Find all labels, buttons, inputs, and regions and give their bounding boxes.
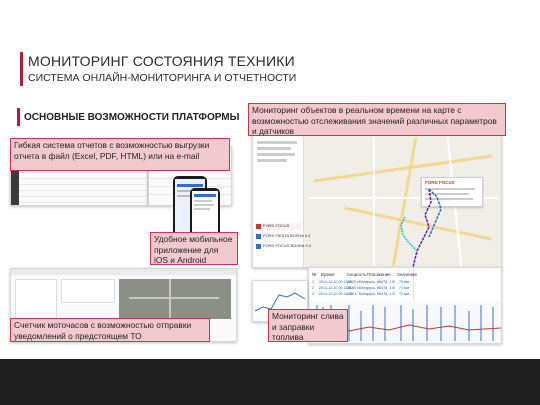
title-accent-bar — [20, 52, 23, 86]
page-subtitle: СИСТЕМА ОНЛАЙН-МОНИТОРИНГА И ОТЧЕТНОСТИ — [28, 72, 297, 84]
section-heading: ОСНОВНЫЕ ВОЗМОЖНОСТИ ПЛАТФОРМЫ — [24, 112, 240, 123]
motohours-map — [119, 279, 231, 319]
table-header-value: Значение — [397, 272, 417, 277]
table-header-time: Время — [321, 272, 335, 277]
table-header-position: Положение — [367, 272, 391, 277]
callout-fuel: Мониторинг слива и заправки топлива — [268, 309, 348, 342]
callout-mobile: Удобное мобильное приложение для iOS и A… — [150, 232, 238, 265]
table-header-nr: Nr — [312, 272, 317, 277]
page-title: МОНИТОРИНГ СОСТОЯНИЯ ТЕХНИКИ — [28, 53, 295, 69]
callout-realtime: Мониторинг объектов в реальном времени н… — [248, 103, 506, 136]
realtime-map-screenshot: FORD FOCUS FORD FIESTA ВОЛНА 0.4 FORD FO… — [252, 126, 502, 268]
section-accent-bar — [17, 108, 20, 126]
callout-motohours: Счетчик моточасов с возможностью отправк… — [10, 318, 210, 342]
vehicle-track — [400, 188, 442, 267]
callout-reports: Гибкая система отчетов с возможностью вы… — [10, 138, 230, 171]
footer-band — [0, 359, 540, 405]
table-header-speed: Скорость — [347, 272, 367, 277]
table-row: 3 2014-12-10 00:14:10 4.50 к Беларусь, H… — [312, 292, 409, 296]
